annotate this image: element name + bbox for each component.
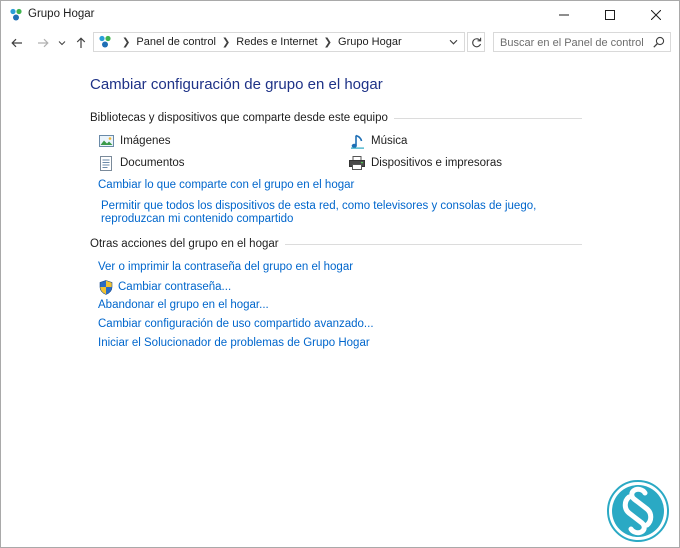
other-section-title: Otras acciones del grupo en el hogar <box>90 238 279 250</box>
shared-item-documents: Documentos <box>98 155 185 171</box>
other-section-header: Otras acciones del grupo en el hogar <box>90 238 582 250</box>
change-password-item[interactable]: Cambiar contraseña... <box>98 279 231 295</box>
shared-item-label: Música <box>371 135 408 147</box>
chevron-down-icon <box>58 41 66 46</box>
maximize-button[interactable] <box>587 1 633 29</box>
maximize-icon <box>605 10 615 20</box>
close-icon <box>651 10 661 20</box>
troubleshooter-link[interactable]: Iniciar el Solucionador de problemas de … <box>98 337 370 349</box>
minimize-icon <box>559 14 569 16</box>
arrow-up-icon <box>76 37 86 48</box>
navigation-bar: ❯ Panel de control ❯ Redes e Internet ❯ … <box>1 30 679 56</box>
chevron-right-icon[interactable]: ❯ <box>122 37 130 48</box>
search-box[interactable] <box>493 32 671 52</box>
shared-item-devices-printers: Dispositivos e impresoras <box>349 155 502 171</box>
homegroup-icon <box>10 8 22 21</box>
printer-icon <box>349 155 365 171</box>
close-button[interactable] <box>633 1 679 29</box>
shared-item-label: Imágenes <box>120 135 171 147</box>
music-icon <box>349 133 365 149</box>
shared-section-header: Bibliotecas y dispositivos que comparte … <box>90 112 582 124</box>
address-bar[interactable]: ❯ Panel de control ❯ Redes e Internet ❯ … <box>93 32 465 52</box>
up-button[interactable] <box>71 33 91 53</box>
refresh-button[interactable] <box>467 32 485 52</box>
shared-item-pictures: Imágenes <box>98 133 171 149</box>
view-print-password-link[interactable]: Ver o imprimir la contraseña del grupo e… <box>98 261 353 273</box>
shared-item-label: Documentos <box>120 157 185 169</box>
watermark-logo <box>607 480 669 542</box>
arrow-right-icon <box>38 38 49 48</box>
address-dropdown-button[interactable] <box>446 35 460 49</box>
documents-icon <box>98 155 114 171</box>
chevron-right-icon[interactable]: ❯ <box>324 37 332 48</box>
window-title: Grupo Hogar <box>28 8 95 20</box>
recent-locations-button[interactable] <box>56 33 68 53</box>
leave-homegroup-link[interactable]: Abandonar el grupo en el hogar... <box>98 299 269 311</box>
homegroup-window: Grupo Hogar ❯ Panel de control ❯ Redes e… <box>0 0 680 548</box>
chevron-down-icon <box>449 39 457 45</box>
forward-button[interactable] <box>33 33 53 53</box>
section-divider <box>284 243 582 245</box>
minimize-button[interactable] <box>541 1 587 29</box>
homegroup-icon <box>99 35 111 48</box>
chevron-right-icon[interactable]: ❯ <box>222 37 230 48</box>
shared-item-music: Música <box>349 133 407 149</box>
change-sharing-link[interactable]: Cambiar lo que comparte con el grupo en … <box>98 179 354 191</box>
title-bar: Grupo Hogar <box>1 1 679 29</box>
breadcrumb: ❯ Panel de control ❯ Redes e Internet ❯ … <box>116 36 402 48</box>
shared-item-label: Dispositivos e impresoras <box>371 157 503 169</box>
section-divider <box>393 117 582 119</box>
page-title: Cambiar configuración de grupo en el hog… <box>90 76 383 93</box>
refresh-icon <box>471 37 481 47</box>
advanced-sharing-link[interactable]: Cambiar configuración de uso compartido … <box>98 318 374 330</box>
search-icon[interactable] <box>653 36 665 48</box>
breadcrumb-item-grupo-hogar[interactable]: Grupo Hogar <box>338 36 402 48</box>
allow-devices-link[interactable]: Permitir que todos los dispositivos de e… <box>101 200 581 226</box>
shared-section-title: Bibliotecas y dispositivos que comparte … <box>90 112 388 124</box>
breadcrumb-item-panel-de-control[interactable]: Panel de control <box>136 36 216 48</box>
arrow-left-icon <box>11 38 22 48</box>
search-input[interactable] <box>500 35 650 50</box>
breadcrumb-item-redes-e-internet[interactable]: Redes e Internet <box>236 36 317 48</box>
shield-icon <box>98 279 114 295</box>
change-password-link[interactable]: Cambiar contraseña... <box>118 281 231 293</box>
back-button[interactable] <box>7 33 27 53</box>
pictures-icon <box>98 133 114 149</box>
